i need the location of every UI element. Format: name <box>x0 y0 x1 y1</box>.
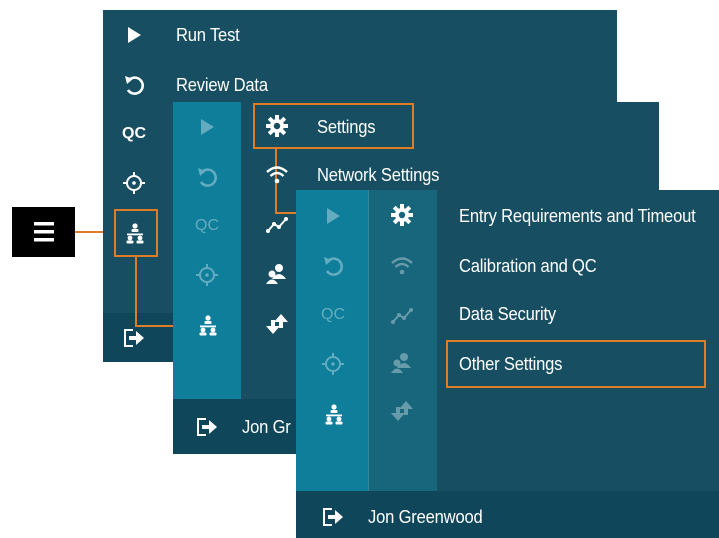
wifi-icon <box>262 162 292 188</box>
qc-icon[interactable]: QC <box>117 122 151 146</box>
menu-item-other-settings[interactable]: Other Settings <box>459 353 562 375</box>
chart-line-icon <box>387 303 417 329</box>
menu-item-calibration-qc[interactable]: Calibration and QC <box>459 255 597 277</box>
chart-line-icon[interactable] <box>262 212 292 238</box>
play-icon <box>192 114 222 140</box>
org-chart-icon[interactable] <box>192 310 224 340</box>
logout-icon[interactable] <box>192 414 222 440</box>
other-settings-footer <box>296 491 719 538</box>
gear-icon[interactable] <box>387 201 417 229</box>
connector-line <box>135 257 137 327</box>
org-chart-icon[interactable] <box>318 399 350 429</box>
menu-item-data-security[interactable]: Data Security <box>459 303 556 325</box>
menu-item-label: Run Test <box>176 25 240 45</box>
crosshair-icon <box>192 260 222 290</box>
wifi-icon <box>387 253 417 279</box>
other-settings-rail-2 <box>368 190 437 491</box>
users-icon[interactable] <box>262 260 292 288</box>
undo-icon <box>119 72 149 98</box>
hamburger-menu-button[interactable] <box>12 207 75 257</box>
crosshair-icon[interactable] <box>119 168 149 198</box>
settings-menu-rail <box>173 102 241 399</box>
user-name: Jon Gr <box>242 417 291 437</box>
transfer-arrows-icon <box>387 397 417 425</box>
logout-icon[interactable] <box>318 504 348 530</box>
menu-item-entry-requirements[interactable]: Entry Requirements and Timeout <box>459 205 696 227</box>
user-name: Jon Greenwood <box>368 507 483 527</box>
qc-icon: QC <box>321 306 345 323</box>
undo-icon <box>318 253 348 279</box>
play-icon <box>318 203 348 229</box>
menu-item-label: Network Settings <box>317 165 440 185</box>
org-chart-icon[interactable] <box>119 218 151 248</box>
qc-icon: QC <box>195 217 219 234</box>
users-icon <box>387 349 417 377</box>
menu-item-label: Review Data <box>176 75 268 95</box>
transfer-arrows-icon[interactable] <box>262 310 292 338</box>
hamburger-menu-icon <box>34 222 54 242</box>
crosshair-icon <box>318 349 348 379</box>
undo-icon <box>192 164 222 190</box>
play-icon <box>119 22 149 48</box>
menu-item-label: Settings <box>317 117 376 137</box>
logout-icon[interactable] <box>119 325 149 351</box>
gear-icon <box>262 112 292 140</box>
other-settings-rail-1 <box>296 190 368 491</box>
divider <box>368 190 369 491</box>
